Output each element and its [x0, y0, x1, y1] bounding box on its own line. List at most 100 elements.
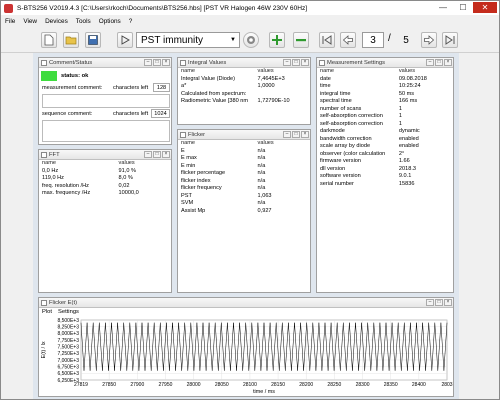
panel-close-button[interactable]: × — [444, 59, 452, 66]
column-header: name — [320, 68, 334, 74]
panel-icon — [180, 59, 186, 66]
table-row: software version 9.0.1 — [317, 173, 453, 181]
sequence-comment-input[interactable] — [42, 120, 170, 142]
save-icon — [88, 35, 98, 45]
cell-name: serial number — [320, 180, 354, 187]
table-header-row: name values — [317, 68, 453, 76]
column-header: values — [257, 68, 274, 74]
table-row: flicker percentage n/a — [178, 170, 310, 178]
sequence-chars-count: 1024 — [151, 109, 170, 118]
flicker-panel: Flicker – □ × name values En/a E max n/a E m… — [177, 129, 311, 293]
cell-value: 2° — [398, 150, 405, 157]
panel-close-button[interactable]: × — [162, 151, 170, 158]
integral-values-title: Integral Values — [188, 59, 227, 66]
flicker-et-chart: 6,250E+36,500E+36,750E+37,000E+37,250E+3… — [41, 318, 453, 395]
menu-bar: File View Devices Tools Options ? — [1, 15, 499, 27]
panel-maximize-button[interactable]: □ — [153, 151, 161, 158]
table-row: 0,0 Hz 91,0 % — [39, 168, 171, 176]
flicker-et-header: Flicker E(t) – □ × — [39, 298, 453, 308]
panel-close-button[interactable]: × — [301, 59, 309, 66]
menu-tools[interactable]: Tools — [72, 18, 95, 25]
panel-close-button[interactable]: × — [444, 299, 452, 306]
page-current-field[interactable]: 3 — [362, 32, 384, 48]
cell-name: bandwidth correction — [320, 135, 372, 142]
cell-name: SVM — [181, 200, 194, 206]
cell-name: dll version — [320, 165, 346, 172]
cell-name: Calculated from spectrum: — [181, 90, 247, 97]
cell-name: flicker index — [181, 177, 211, 184]
x-tick-label: 27900 — [130, 382, 144, 388]
last-page-button[interactable] — [442, 32, 458, 48]
x-tick-label: 27950 — [159, 382, 173, 388]
panel-maximize-button[interactable]: □ — [292, 131, 300, 138]
cell-name: number of scans — [320, 105, 362, 112]
cell-value: n/a — [257, 200, 266, 206]
panel-minimize-button[interactable]: – — [144, 59, 152, 66]
comment-status-panel: Comment/Status – □ × status: ok measuremen… — [38, 57, 172, 145]
run-sequence-button[interactable] — [117, 32, 133, 48]
panel-maximize-button[interactable]: □ — [435, 59, 443, 66]
new-file-button[interactable] — [41, 32, 57, 48]
x-tick-label: 28150 — [271, 382, 285, 388]
maximize-button[interactable]: ☐ — [453, 2, 473, 13]
first-page-button[interactable] — [319, 32, 335, 48]
save-button[interactable] — [85, 32, 101, 48]
measurement-settings-panel: Measurement Settings – □ × name values date… — [316, 57, 454, 293]
cell-value: 8,0 % — [118, 175, 133, 181]
cell-value: n/a — [257, 185, 266, 191]
chevron-down-icon: ▼ — [230, 37, 236, 43]
menu-devices[interactable]: Devices — [41, 18, 72, 25]
table-row: E min n/a — [178, 163, 310, 171]
panel-minimize-button[interactable]: – — [426, 59, 434, 66]
page-total: 5 — [403, 34, 409, 46]
sequence-chars-label: characters left — [113, 111, 149, 117]
panel-minimize-button[interactable]: – — [426, 299, 434, 306]
panel-close-button[interactable]: × — [301, 131, 309, 138]
cell-name: date — [320, 75, 331, 82]
remove-button[interactable] — [293, 32, 309, 48]
app-window: S-BTS256 V2019.4.3 [C:\Users\rkoch\Docum… — [0, 0, 500, 400]
table-row: max. frequency /Hz 10000,0 — [39, 190, 171, 198]
panel-minimize-button[interactable]: – — [144, 151, 152, 158]
y-tick-label: 8,250E+3 — [57, 324, 79, 330]
menu-view[interactable]: View — [19, 18, 41, 25]
measurement-comment-input[interactable] — [42, 94, 170, 108]
cell-value: 91,0 % — [118, 167, 136, 174]
sequence-select[interactable]: PST immunity ▼ — [136, 32, 240, 48]
table-row: flicker index n/a — [178, 178, 310, 186]
chart-menu-plot[interactable]: Plot — [42, 309, 52, 315]
chart-menu-settings[interactable]: Settings — [58, 309, 79, 315]
cell-name: flicker frequency — [181, 185, 222, 191]
fft-table: name values 0,0 Hz 91,0 % 119,0 Hz 8,0 % fr… — [39, 160, 171, 198]
panel-maximize-button[interactable]: □ — [153, 59, 161, 66]
previous-page-button[interactable] — [340, 32, 356, 48]
panel-minimize-button[interactable]: – — [283, 59, 291, 66]
menu-options[interactable]: Options — [95, 18, 125, 25]
sequence-settings-button[interactable] — [243, 32, 259, 48]
column-header: name — [181, 140, 195, 146]
cell-value: 1,72790E-10 — [257, 98, 290, 104]
y-tick-label: 8,000E+3 — [57, 331, 79, 337]
add-button[interactable] — [269, 32, 285, 48]
panel-maximize-button[interactable]: □ — [435, 299, 443, 306]
menu-file[interactable]: File — [1, 18, 19, 25]
open-file-button[interactable] — [63, 32, 79, 48]
next-page-button[interactable] — [421, 32, 437, 48]
fft-title: FFT — [49, 151, 60, 158]
table-row: En/a — [178, 148, 310, 156]
panel-close-button[interactable]: × — [162, 59, 170, 66]
minimize-button[interactable]: — — [433, 2, 453, 13]
x-tick-label: 27819 — [74, 382, 88, 388]
cell-name: scale array by diode — [320, 143, 371, 149]
panel-minimize-button[interactable]: – — [283, 131, 291, 138]
cell-value: 09.08.2018 — [398, 75, 427, 82]
panel-maximize-button[interactable]: □ — [292, 59, 300, 66]
chart-menu: Plot Settings — [42, 309, 79, 315]
table-row: a* 1,0000 — [178, 83, 310, 91]
table-row: Calculated from spectrum: — [178, 91, 310, 99]
menu-help[interactable]: ? — [125, 18, 137, 25]
x-tick-label: 28050 — [215, 382, 229, 388]
sequence-select-value: PST immunity — [141, 34, 204, 46]
close-button[interactable]: ✕ — [473, 2, 497, 13]
x-axis-label: time / ms — [253, 389, 275, 395]
